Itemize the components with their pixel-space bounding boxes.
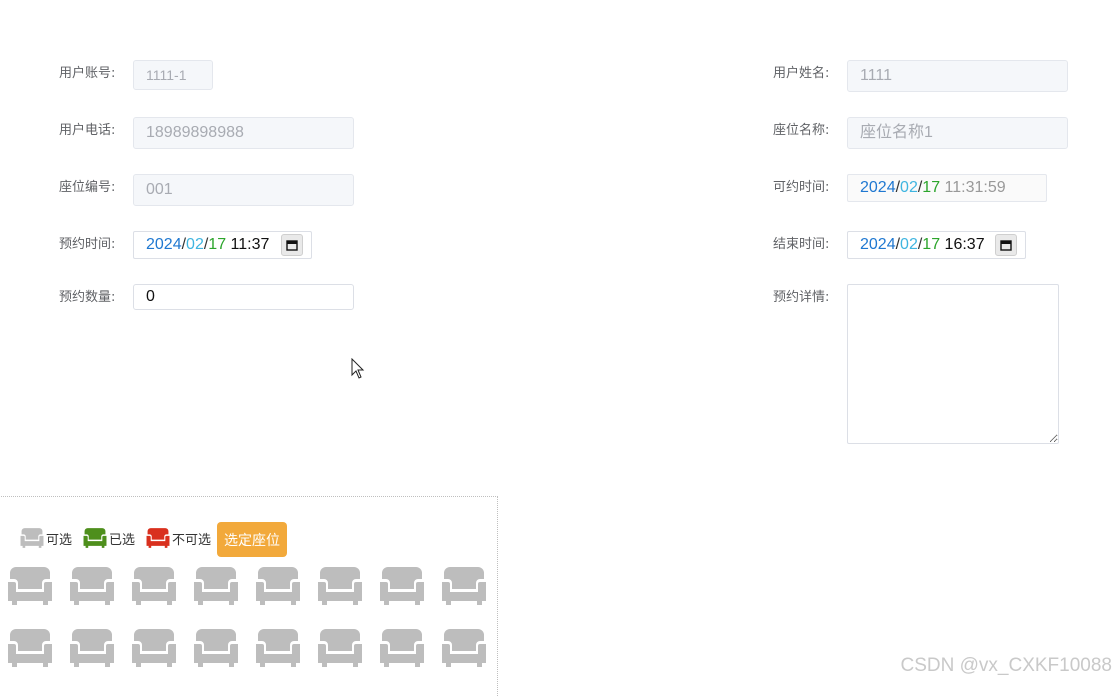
calendar-icon[interactable] <box>995 234 1017 256</box>
end-month: 02 <box>900 236 918 253</box>
seat-armchair-icon[interactable] <box>255 565 301 607</box>
phone-label: 用户电话: <box>59 123 116 138</box>
end-clock: 16:37 <box>944 236 985 253</box>
legend-unavailable: 不可选 <box>146 527 211 549</box>
seat-name-label: 座位名称: <box>773 123 830 138</box>
reserve-year: 2024 <box>146 236 182 253</box>
reserve-time-input[interactable]: 2024/02/17 11:37 <box>133 231 312 259</box>
seat-armchair-icon[interactable] <box>317 627 363 669</box>
reserve-clock: 11:37 <box>230 236 270 253</box>
seat-armchair-icon[interactable] <box>441 627 487 669</box>
available-clock: 11:31:59 <box>944 179 1006 196</box>
armchair-unavailable-icon <box>146 528 170 548</box>
select-seat-button[interactable]: 选定座位 <box>217 522 287 557</box>
armchair-selected-icon <box>83 528 107 548</box>
armchair-available-icon <box>20 528 44 548</box>
seat-armchair-icon[interactable] <box>69 627 115 669</box>
seat-name-field[interactable]: 座位名称1 <box>847 117 1068 149</box>
end-time-input[interactable]: 2024/02/17 16:37 <box>847 231 1026 259</box>
end-day: 17 <box>922 236 941 253</box>
legend-available: 可选 <box>20 527 72 549</box>
reserve-month: 02 <box>186 236 204 253</box>
detail-label: 预约详情: <box>773 290 830 305</box>
legend-selected: 已选 <box>83 527 135 549</box>
seat-armchair-icon[interactable] <box>317 565 363 607</box>
account-label: 用户账号: <box>59 66 116 81</box>
name-label: 用户姓名: <box>773 66 830 81</box>
seat-armchair-icon[interactable] <box>193 627 239 669</box>
seat-armchair-icon[interactable] <box>69 565 115 607</box>
available-year: 2024 <box>860 179 896 196</box>
end-time-label: 结束时间: <box>773 237 830 252</box>
legend-available-label: 可选 <box>46 532 73 548</box>
seat-armchair-icon[interactable] <box>7 565 53 607</box>
legend-unavailable-label: 不可选 <box>172 532 212 548</box>
reserve-day: 17 <box>208 236 227 253</box>
watermark: CSDN @vx_CXKF10088 <box>900 655 1112 676</box>
seat-armchair-icon[interactable] <box>7 627 53 669</box>
phone-field[interactable]: 18989898988 <box>133 117 354 149</box>
count-field[interactable]: 0 <box>133 284 354 310</box>
seat-armchair-icon[interactable] <box>131 627 177 669</box>
available-time-input[interactable]: 2024/02/17 11:31:59 <box>847 174 1047 202</box>
seat-armchair-icon[interactable] <box>193 565 239 607</box>
seat-armchair-icon[interactable] <box>379 565 425 607</box>
available-day: 17 <box>922 179 941 196</box>
seat-armchair-icon[interactable] <box>379 627 425 669</box>
available-time-label: 可约时间: <box>773 180 830 195</box>
seat-armchair-icon[interactable] <box>441 565 487 607</box>
legend-selected-label: 已选 <box>109 532 136 548</box>
seat-number-field[interactable]: 001 <box>133 174 354 206</box>
account-field[interactable]: 1111-1 <box>133 60 213 90</box>
end-year: 2024 <box>860 236 896 253</box>
seat-number-label: 座位编号: <box>59 180 116 195</box>
calendar-icon[interactable] <box>281 234 303 256</box>
name-field[interactable]: 1111 <box>847 60 1068 92</box>
detail-textarea[interactable] <box>847 284 1059 444</box>
seat-armchair-icon[interactable] <box>255 627 301 669</box>
available-month: 02 <box>900 179 918 196</box>
count-label: 预约数量: <box>59 290 116 305</box>
reserve-time-label: 预约时间: <box>59 237 116 252</box>
mouse-cursor-icon <box>351 358 365 379</box>
seat-armchair-icon[interactable] <box>131 565 177 607</box>
